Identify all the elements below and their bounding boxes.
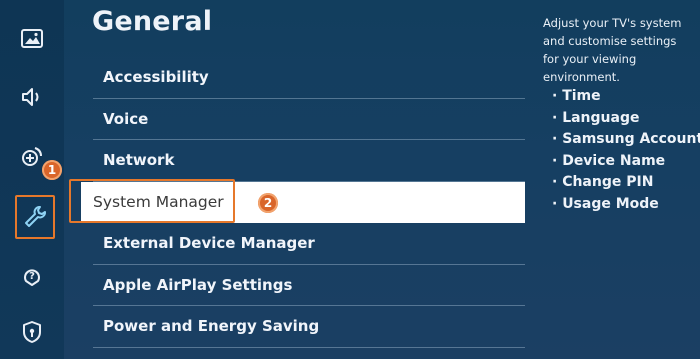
menu-item-label: Network [103, 151, 175, 170]
list-item: · Change PIN [552, 174, 654, 191]
svg-text:?: ? [29, 271, 35, 282]
menu-item-network[interactable]: Network [93, 140, 525, 182]
menu-item-label: Voice [103, 109, 149, 128]
wrench-icon[interactable] [15, 195, 55, 239]
list-item: · Time [552, 88, 601, 104]
menu-item-voice[interactable]: Voice [93, 99, 525, 140]
step-1-badge: 1 [42, 160, 62, 180]
picture-icon[interactable] [12, 20, 52, 58]
list-item: · Language [552, 109, 640, 126]
support-icon[interactable]: ? [12, 256, 52, 294]
menu-item-accessibility[interactable]: Accessibility [93, 57, 525, 99]
menu-item-system-manager[interactable]: System Manager 2 [69, 178, 525, 223]
menu-item-label: Accessibility [103, 68, 209, 87]
list-item: · Samsung Account [552, 131, 700, 148]
step-2-badge: 2 [258, 192, 278, 213]
page-title: General [92, 6, 213, 37]
description-text: Adjust your TV's system and customise se… [543, 16, 682, 84]
settings-sidebar: 1 ? [0, 0, 64, 359]
sound-icon[interactable] [12, 78, 52, 116]
menu-item-label: Power and Energy Saving [103, 317, 320, 336]
list-item: · Device Name [552, 152, 666, 169]
general-menu: Accessibility Voice Network System Manag… [69, 57, 525, 348]
menu-item-label: Apple AirPlay Settings [103, 275, 293, 294]
feature-list: · Time · Language · Samsung Account · De… [552, 86, 700, 216]
menu-item-power-and-energy-saving[interactable]: Power and Energy Saving [93, 306, 525, 348]
menu-item-label: External Device Manager [103, 234, 315, 253]
highlight-box [69, 178, 235, 223]
menu-item-external-device-manager[interactable]: External Device Manager [93, 223, 525, 265]
menu-item-apple-airplay-settings[interactable]: Apple AirPlay Settings [93, 265, 525, 306]
list-item: · Usage Mode [552, 195, 659, 212]
privacy-shield-icon[interactable] [12, 313, 52, 351]
